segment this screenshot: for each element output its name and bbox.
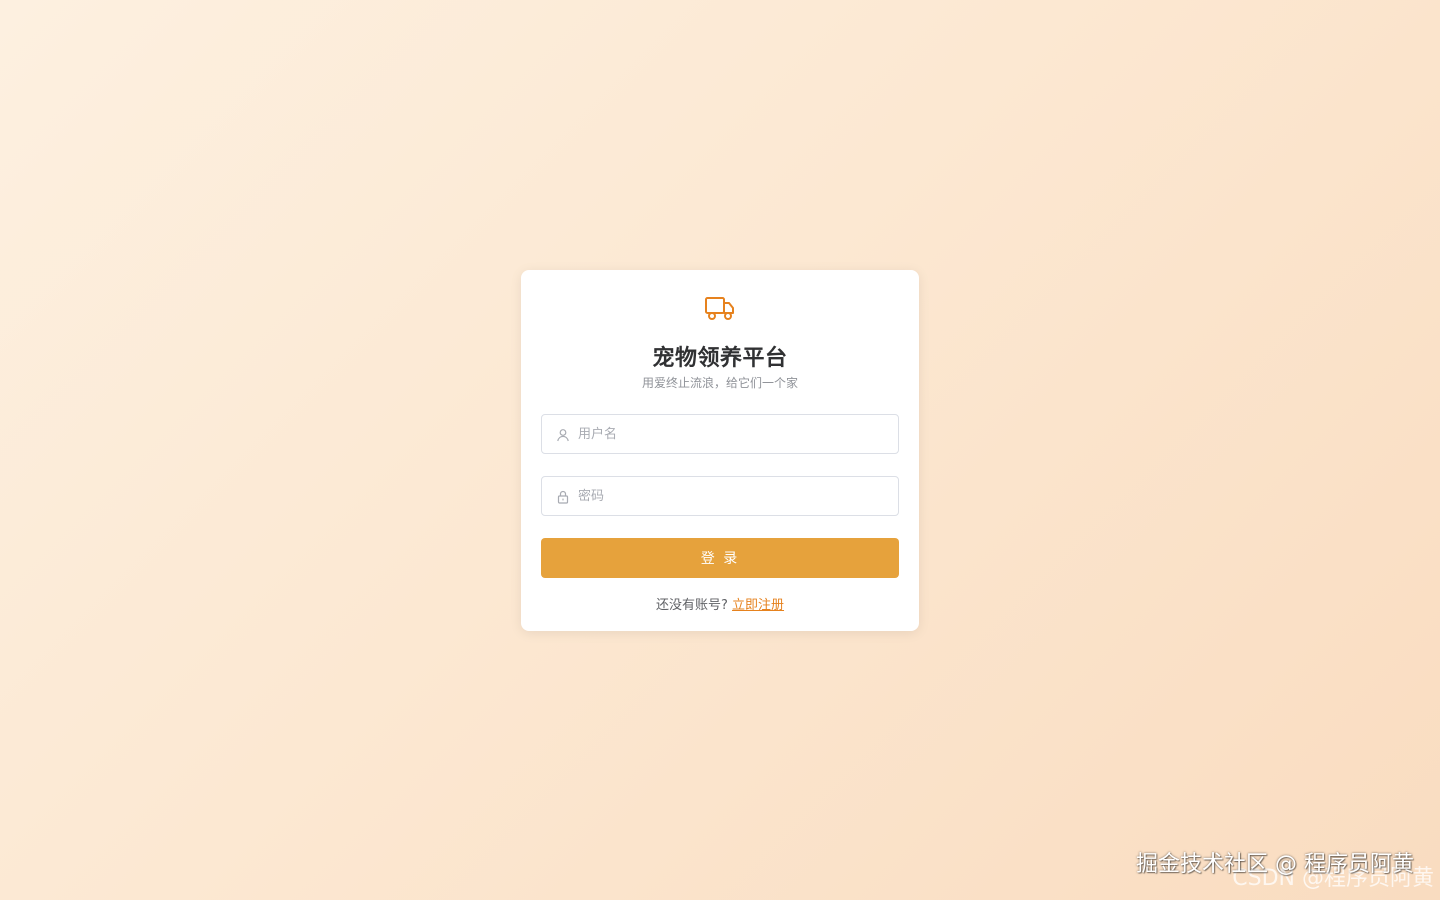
password-input[interactable] [578,477,888,515]
register-row: 还没有账号? 立即注册 [521,594,919,613]
page-subtitle: 用爱终止流浪，给它们一个家 [641,376,798,390]
page-title: 宠物领养平台 [652,346,788,371]
username-input[interactable] [578,415,888,453]
password-field[interactable] [541,476,899,516]
user-icon [556,427,570,442]
username-field[interactable] [541,414,899,454]
register-link[interactable]: 立即注册 [732,598,784,613]
truck-icon [704,295,736,323]
juejin-watermark: 掘金技术社区 @ 程序员阿黄 [1136,852,1414,877]
login-button[interactable]: 登 录 [541,538,899,578]
login-card: 宠物领养平台 用爱终止流浪，给它们一个家 登 录 还没有账号? 立即注册 [521,270,919,631]
register-prompt: 还没有账号? [655,598,728,613]
lock-icon [556,489,570,504]
